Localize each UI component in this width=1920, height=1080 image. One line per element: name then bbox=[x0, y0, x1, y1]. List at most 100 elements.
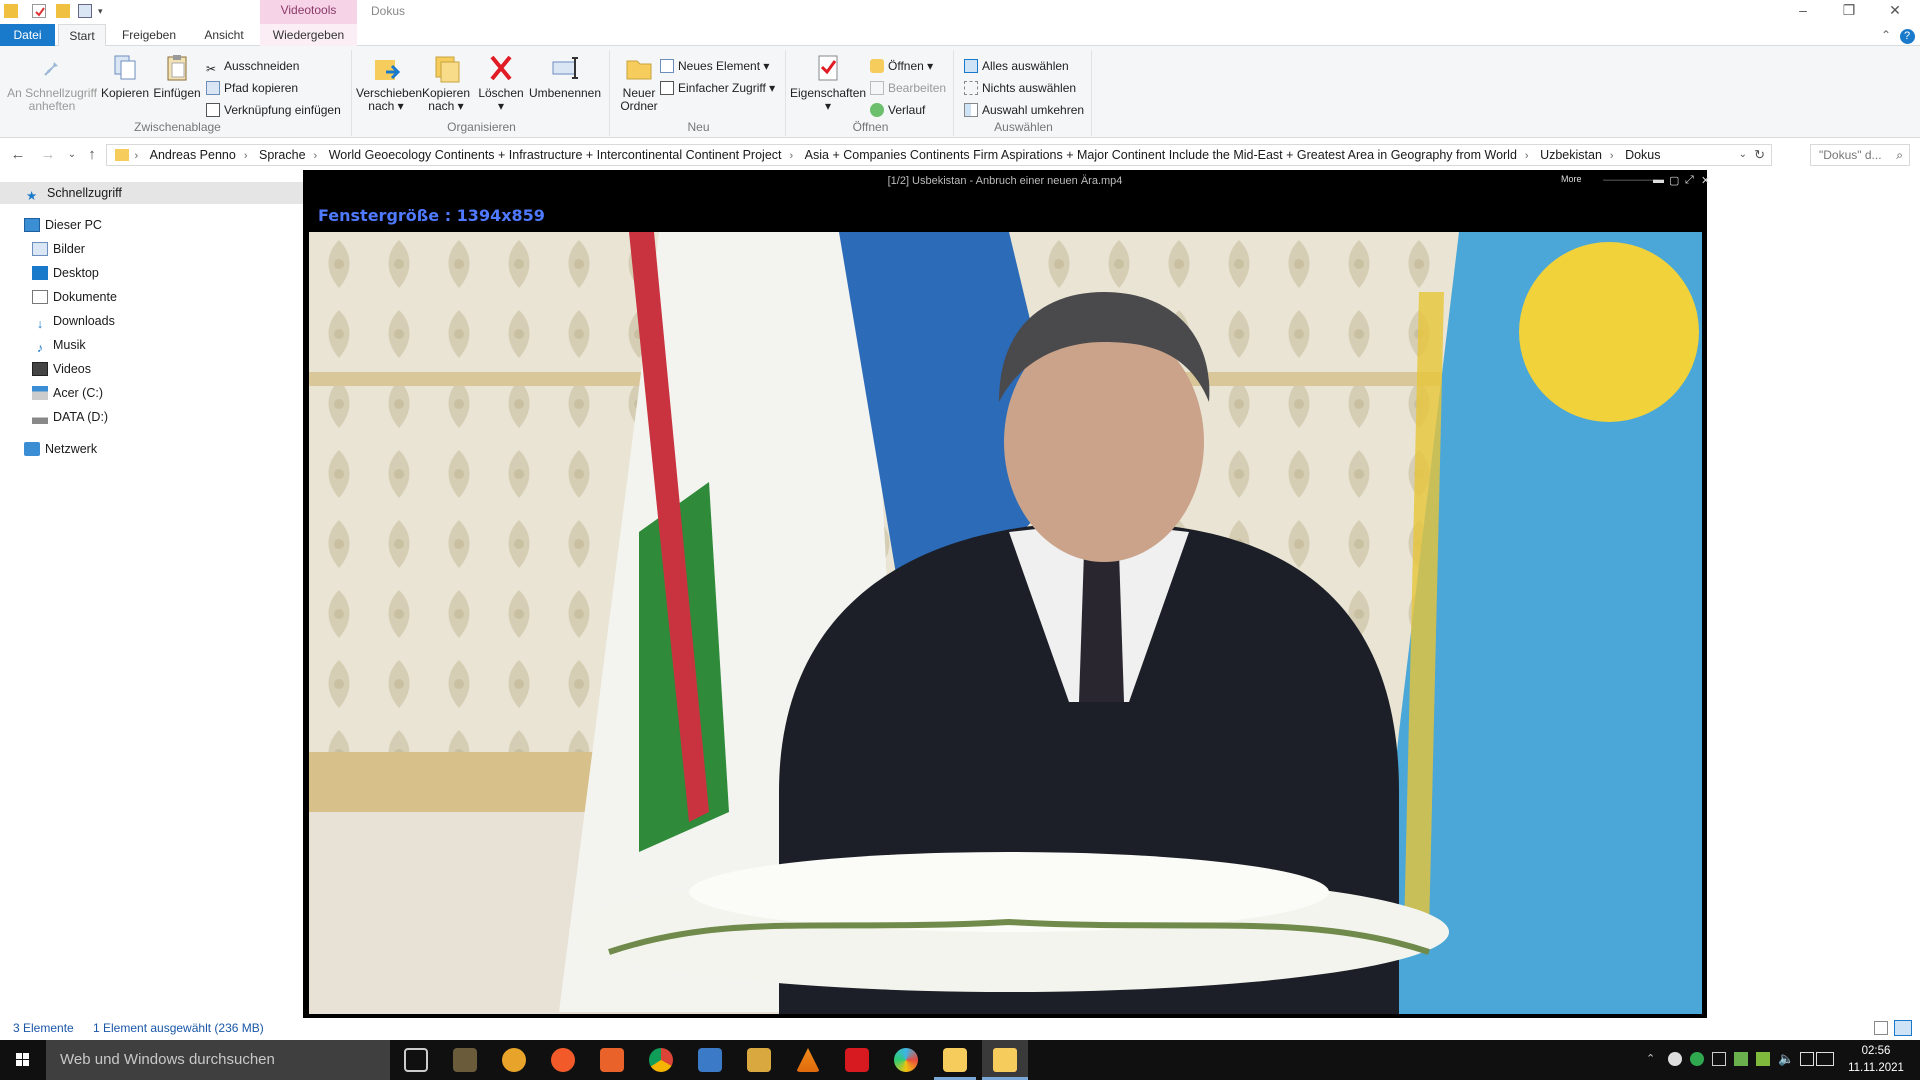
sidebar-item-drive-c[interactable]: Acer (C:) bbox=[32, 382, 103, 404]
media-app-icon[interactable] bbox=[894, 1048, 918, 1072]
image-editor-icon[interactable] bbox=[698, 1048, 722, 1072]
properties-button[interactable]: Eigenschaften ▾ bbox=[790, 52, 866, 113]
tab-start[interactable]: Start bbox=[58, 24, 106, 46]
search-input[interactable]: "Dokus" d... ⌕ bbox=[1810, 144, 1910, 166]
sidebar-item-downloads[interactable]: ↓ Downloads bbox=[32, 310, 115, 332]
sidebar-item-quick-access[interactable]: ★ Schnellzugriff bbox=[0, 182, 303, 204]
windows-logo-icon bbox=[16, 1053, 29, 1066]
minimize-icon[interactable]: – bbox=[1780, 0, 1826, 22]
sidebar-item-network[interactable]: Netzwerk bbox=[24, 438, 97, 460]
details-view-icon[interactable] bbox=[1874, 1021, 1888, 1035]
select-all-button[interactable]: Alles auswählen bbox=[964, 56, 1069, 76]
breadcrumb-item[interactable]: Dokus bbox=[1619, 145, 1666, 165]
large-icons-view-icon[interactable] bbox=[1894, 1020, 1912, 1036]
delete-button[interactable]: Löschen ▾ bbox=[478, 52, 524, 113]
acrobat-icon[interactable] bbox=[845, 1048, 869, 1072]
windows-start-button[interactable] bbox=[0, 1040, 46, 1080]
taskbar-search-input[interactable]: Web und Windows durchsuchen bbox=[46, 1040, 390, 1080]
sidebar-item-documents[interactable]: Dokumente bbox=[32, 286, 117, 308]
task-view-icon[interactable] bbox=[404, 1048, 428, 1072]
forward-icon[interactable]: → bbox=[38, 146, 58, 164]
refresh-icon[interactable]: ↻ bbox=[1754, 145, 1765, 165]
close-icon[interactable]: ✕ bbox=[1701, 174, 1710, 187]
move-to-button[interactable]: Verschieben nach ▾ bbox=[356, 52, 422, 113]
video-player-taskbar-button[interactable] bbox=[982, 1040, 1028, 1080]
help-icon[interactable]: ? bbox=[1898, 24, 1916, 46]
security-icon[interactable] bbox=[1690, 1052, 1704, 1066]
sidebar-item-drive-d[interactable]: DATA (D:) bbox=[32, 406, 108, 428]
tray-app-icon[interactable] bbox=[1668, 1052, 1682, 1066]
copy-path-button[interactable]: Pfad kopieren bbox=[206, 78, 298, 98]
tab-view[interactable]: Ansicht bbox=[194, 24, 254, 46]
volume-icon[interactable]: 🔈 bbox=[1778, 1052, 1794, 1066]
new-folder-icon[interactable] bbox=[56, 4, 70, 18]
copy-button[interactable]: Kopieren bbox=[100, 52, 150, 100]
open-button[interactable]: Öffnen ▾ bbox=[870, 56, 933, 76]
firefox-icon[interactable] bbox=[502, 1048, 526, 1072]
paste-button[interactable]: Einfügen bbox=[152, 52, 202, 100]
fullscreen-icon[interactable]: ⤢ bbox=[1685, 174, 1694, 187]
office-app-icon[interactable] bbox=[600, 1048, 624, 1072]
video-player-window[interactable]: [1/2] Usbekistan - Anbruch einer neuen Ä… bbox=[303, 170, 1710, 1018]
easy-access-button[interactable]: Einfacher Zugriff ▾ bbox=[660, 78, 775, 98]
sidebar-item-desktop[interactable]: Desktop bbox=[32, 262, 99, 284]
properties-icon[interactable] bbox=[32, 4, 46, 18]
sidebar-item-pictures[interactable]: Bilder bbox=[32, 238, 85, 260]
sidebar-item-music[interactable]: ♪ Musik bbox=[32, 334, 86, 356]
sidebar-item-this-pc[interactable]: Dieser PC bbox=[24, 214, 102, 236]
video-frame[interactable] bbox=[309, 232, 1702, 1014]
chevron-down-icon[interactable]: ⌄ bbox=[1739, 145, 1747, 165]
action-center-icon[interactable] bbox=[1800, 1052, 1814, 1066]
back-icon[interactable]: ← bbox=[8, 146, 28, 164]
nvidia-icon[interactable] bbox=[1756, 1052, 1770, 1066]
rename-icon[interactable] bbox=[78, 4, 92, 18]
cut-button[interactable]: ✂ Ausschneiden bbox=[206, 56, 299, 76]
customize-toolbar-icon[interactable]: ▾ bbox=[98, 4, 112, 18]
shortcut-icon bbox=[206, 103, 220, 117]
rename-button[interactable]: Umbenennen bbox=[528, 52, 602, 100]
vlc-icon[interactable] bbox=[796, 1048, 820, 1072]
tab-play[interactable]: Wiedergeben bbox=[260, 24, 357, 46]
invert-selection-button[interactable]: Auswahl umkehren bbox=[964, 100, 1084, 120]
breadcrumb-item[interactable]: Andreas Penno bbox=[144, 145, 242, 165]
tab-file[interactable]: Datei bbox=[0, 24, 55, 46]
star-icon: ★ bbox=[26, 189, 38, 203]
breadcrumb-item[interactable]: World Geoecology Continents + Infrastruc… bbox=[323, 145, 788, 165]
taskbar-clock[interactable]: 02:56 11.11.2021 bbox=[1836, 1043, 1916, 1077]
recent-locations-icon[interactable]: ⌄ bbox=[62, 146, 82, 164]
close-icon[interactable]: ✕ bbox=[1872, 0, 1918, 22]
file-explorer-icon[interactable] bbox=[943, 1048, 967, 1072]
breadcrumb-item[interactable]: Asia + Companies Continents Firm Aspirat… bbox=[799, 145, 1523, 165]
paste-shortcut-button[interactable]: Verknüpfung einfügen bbox=[206, 100, 341, 120]
network-tray-icon[interactable] bbox=[1712, 1052, 1726, 1066]
path-icon bbox=[206, 81, 220, 95]
chrome-icon[interactable] bbox=[649, 1048, 673, 1072]
select-none-button[interactable]: Nichts auswählen bbox=[964, 78, 1076, 98]
up-icon[interactable]: ↑ bbox=[82, 146, 102, 164]
keyboard-icon[interactable] bbox=[1816, 1052, 1834, 1066]
breadcrumb-item[interactable]: Uzbekistan bbox=[1534, 145, 1608, 165]
new-item-button[interactable]: Neues Element ▾ bbox=[660, 56, 769, 76]
new-folder-icon bbox=[623, 52, 655, 84]
address-bar[interactable]: › Andreas Penno › Sprache › World Geoecolo… bbox=[106, 144, 1772, 166]
tab-share[interactable]: Freigeben bbox=[114, 24, 184, 46]
pin-quick-access-button[interactable]: An Schnellzugriff anheften bbox=[6, 52, 98, 113]
breadcrumb-item[interactable]: Sprache bbox=[253, 145, 312, 165]
documents-icon bbox=[32, 290, 48, 304]
restore-icon[interactable]: ❐ bbox=[1826, 0, 1872, 22]
history-button[interactable]: Verlauf bbox=[870, 100, 925, 120]
copy-to-button[interactable]: Kopieren nach ▾ bbox=[418, 52, 474, 113]
minimize-icon[interactable]: ▬ bbox=[1653, 174, 1664, 186]
seek-bar[interactable]: ————— bbox=[1603, 174, 1658, 186]
edit-button[interactable]: Bearbeiten bbox=[870, 78, 946, 98]
photo-app-icon[interactable] bbox=[453, 1048, 477, 1072]
collapse-ribbon-icon[interactable]: ⌃ bbox=[1876, 24, 1896, 46]
browser-icon[interactable] bbox=[551, 1048, 575, 1072]
tray-status-icon[interactable] bbox=[1734, 1052, 1748, 1066]
show-hidden-icons-icon[interactable]: ⌃ bbox=[1646, 1052, 1660, 1066]
sidebar-item-videos[interactable]: Videos bbox=[32, 358, 91, 380]
maximize-icon[interactable]: ▢ bbox=[1669, 174, 1679, 187]
more-button[interactable]: More bbox=[1561, 174, 1582, 184]
new-folder-button[interactable]: Neuer Ordner bbox=[614, 52, 664, 113]
archive-app-icon[interactable] bbox=[747, 1048, 771, 1072]
